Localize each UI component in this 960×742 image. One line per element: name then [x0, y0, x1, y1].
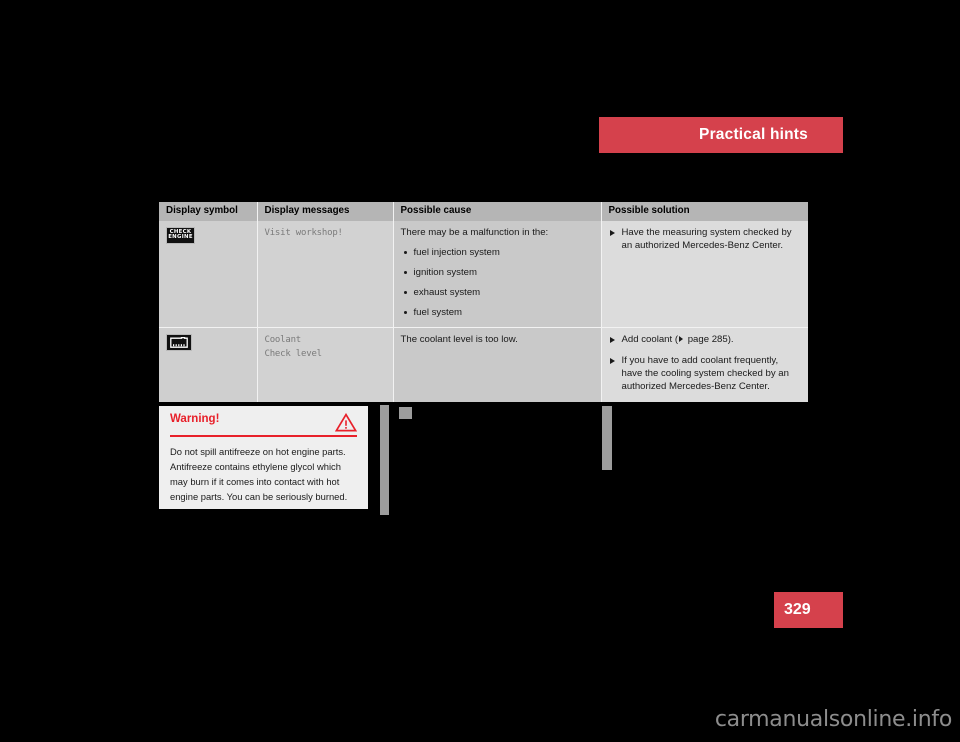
solution-list: Add coolant ( page 285). If you have to … [609, 334, 801, 394]
solution-text: If you have to add coolant frequently, h… [621, 355, 789, 393]
list-item: If you have to add coolant frequently, h… [609, 355, 801, 394]
message-line-2: Check level [264, 349, 323, 360]
list-item: Add coolant ( page 285). [609, 334, 801, 347]
message-line-1: Visit workshop! [264, 227, 343, 238]
column-header-display-symbol: Display symbol [159, 202, 258, 221]
page-reference-icon [679, 336, 684, 343]
decorative-bar-right [602, 406, 612, 470]
decorative-square [399, 407, 412, 419]
warning-triangle-icon [335, 413, 357, 432]
coolant-level-icon-glyph [170, 337, 188, 349]
column-header-possible-cause: Possible cause [393, 202, 602, 221]
cell-possible-solution: Add coolant ( page 285). If you have to … [601, 327, 808, 403]
warning-box: Warning! Do not spill antifreeze on hot … [159, 406, 368, 509]
column-header-display-messages: Display messages [257, 202, 394, 221]
check-engine-icon-line2: ENGINE [168, 234, 193, 241]
cause-bullet-list: fuel injection system ignition system ex… [401, 247, 593, 320]
table-row: Coolant Check level The coolant level is… [159, 327, 808, 403]
cell-display-message: Visit workshop! [257, 220, 394, 329]
decorative-bar-left [380, 405, 389, 515]
cell-possible-cause: There may be a malfunction in the: fuel … [393, 220, 602, 329]
page-title: Practical hints [699, 126, 808, 143]
warning-title: Warning! [170, 413, 220, 425]
cause-lead-text: The coolant level is too low. [400, 334, 518, 346]
watermark: carmanualsonline.info [714, 707, 952, 732]
arrow-bullet-icon [609, 337, 615, 344]
cell-display-symbol: CHECK ENGINE [159, 220, 258, 329]
cell-possible-solution: Have the measuring system checked by an … [601, 220, 808, 329]
table-header-row: Display symbol Display messages Possible… [159, 202, 808, 221]
warning-body-text: Do not spill antifreeze on hot engine pa… [170, 445, 348, 503]
page-number: 329 [784, 601, 811, 618]
solution-text: Have the measuring system checked by an … [621, 226, 792, 251]
list-item: fuel injection system [401, 247, 593, 260]
cell-display-message: Coolant Check level [257, 327, 394, 403]
cause-lead-text: There may be a malfunction in the: [400, 226, 549, 238]
warning-divider [170, 435, 357, 437]
cell-display-symbol [159, 327, 258, 403]
list-item: exhaust system [401, 287, 593, 300]
list-item: fuel system [401, 307, 593, 320]
arrow-bullet-icon [609, 229, 615, 236]
warning-header: Warning! [170, 413, 357, 433]
check-engine-icon: CHECK ENGINE [166, 226, 195, 244]
arrow-bullet-icon [609, 358, 615, 365]
message-line-1: Coolant [264, 335, 302, 346]
solution-list: Have the measuring system checked by an … [609, 227, 801, 253]
coolant-level-icon [166, 334, 192, 352]
list-item: ignition system [401, 267, 593, 280]
list-item: Have the measuring system checked by an … [609, 227, 801, 253]
column-header-possible-solution: Possible solution [601, 202, 808, 221]
table-row: CHECK ENGINE Visit workshop! There may b… [159, 220, 808, 329]
solution-text-cont: page 285). [685, 334, 734, 346]
cell-possible-cause: The coolant level is too low. [393, 327, 602, 403]
page-header-banner: Practical hints [599, 117, 843, 153]
display-messages-table: Display symbol Display messages Possible… [159, 202, 808, 403]
page-number-tab: 329 [774, 592, 843, 628]
solution-text: Add coolant ( [621, 334, 679, 346]
